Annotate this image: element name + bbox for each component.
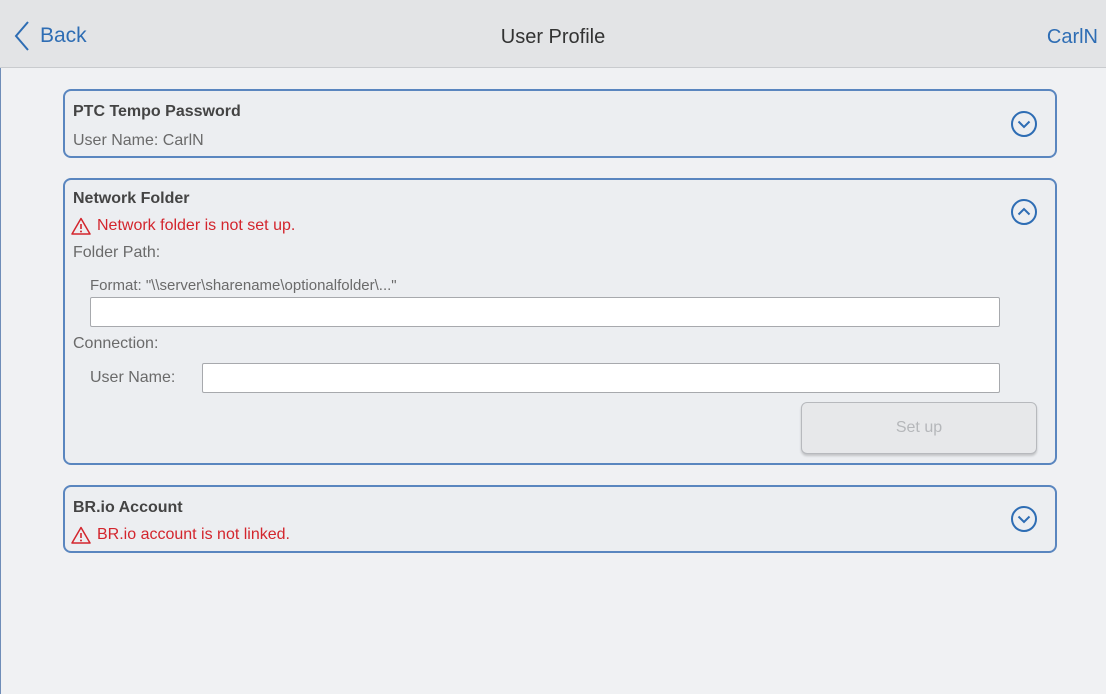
folder-path-format-hint: Format: "\\server\sharename\optionalfold… — [90, 277, 397, 294]
top-bar: Back User Profile CarlN — [0, 0, 1106, 68]
warning-text: BR.io account is not linked. — [97, 526, 290, 543]
ptc-tempo-password-card[interactable]: PTC Tempo Password User Name: CarlN — [63, 89, 1057, 158]
card-title: PTC Tempo Password — [73, 103, 241, 120]
chevron-down-circle-icon[interactable] — [1010, 110, 1038, 138]
card-title: Network Folder — [73, 190, 190, 207]
left-edge-line — [0, 68, 1, 694]
card-title: BR.io Account — [73, 499, 183, 516]
page-title: User Profile — [500, 26, 606, 48]
card-subtitle: User Name: CarlN — [73, 132, 204, 149]
folder-path-label: Folder Path: — [73, 244, 161, 261]
chevron-down-circle-icon[interactable] — [1010, 505, 1038, 533]
brio-account-card[interactable]: BR.io Account BR.io account is not linke… — [63, 485, 1057, 553]
current-user-link[interactable]: CarlN — [1047, 26, 1098, 49]
chevron-up-circle-icon[interactable] — [1010, 198, 1038, 226]
connection-username-input[interactable] — [202, 363, 1000, 393]
warning-text: Network folder is not set up. — [97, 217, 296, 234]
connection-username-label: User Name: — [90, 369, 176, 386]
network-folder-card: Network Folder Network folder is not set… — [63, 178, 1057, 465]
brio-account-warning: BR.io account is not linked. — [71, 526, 290, 544]
set-up-button[interactable]: Set up — [801, 402, 1037, 454]
connection-label: Connection: — [73, 335, 159, 352]
warning-icon — [71, 526, 91, 544]
folder-path-input[interactable] — [90, 297, 1000, 327]
network-folder-warning: Network folder is not set up. — [71, 217, 295, 235]
warning-icon — [71, 217, 91, 235]
